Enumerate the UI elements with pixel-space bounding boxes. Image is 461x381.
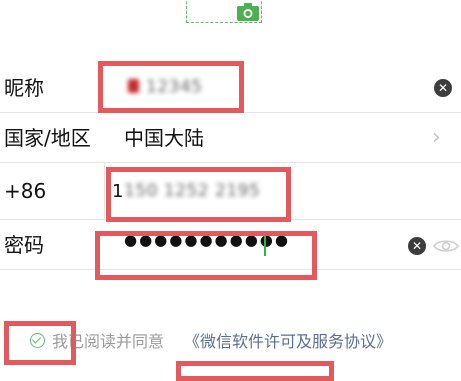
clear-icon[interactable]: ✕ <box>408 237 426 255</box>
chevron-right-icon: › <box>432 125 441 150</box>
clear-icon[interactable]: ✕ <box>434 79 452 97</box>
region-value: 中国大陆 <box>124 126 204 150</box>
highlight-box-password <box>95 231 317 280</box>
camera-icon[interactable] <box>236 2 260 22</box>
region-row[interactable]: 国家/地区 中国大陆 › <box>0 113 461 163</box>
highlight-box-checkbox <box>4 321 76 365</box>
eye-icon[interactable] <box>433 238 459 254</box>
phone-divider <box>104 163 105 220</box>
agreement-link[interactable]: 《微信软件许可及服务协议》 <box>184 328 392 352</box>
highlight-box-phone <box>106 167 291 222</box>
highlight-box-link <box>176 361 334 381</box>
country-code[interactable]: +86 <box>4 163 46 220</box>
password-label: 密码 <box>4 233 44 257</box>
highlight-box-nickname <box>98 61 244 113</box>
nickname-label: 昵称 <box>4 76 44 100</box>
region-label: 国家/地区 <box>4 126 91 150</box>
